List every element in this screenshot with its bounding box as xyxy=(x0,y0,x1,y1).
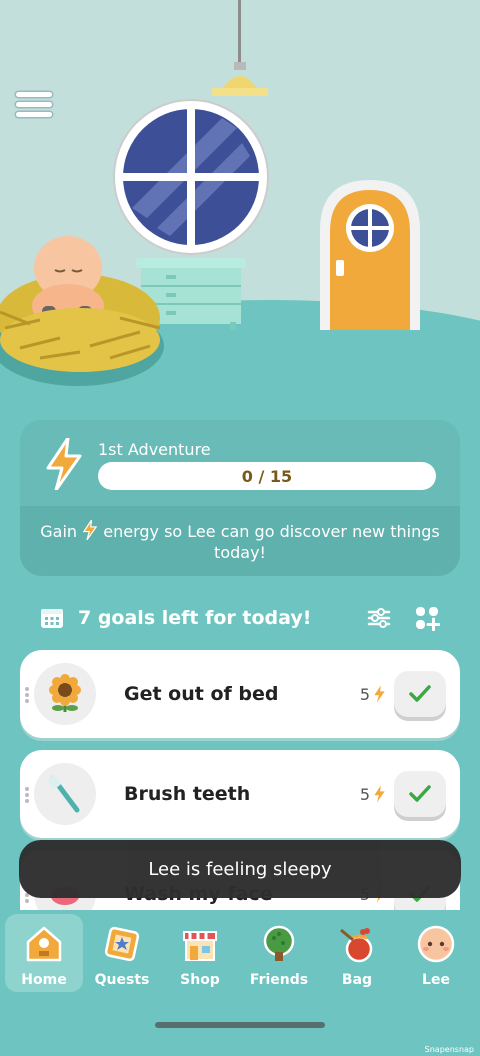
nav-label: Bag xyxy=(341,972,373,988)
goal-card[interactable]: Get out of bed 5 xyxy=(20,650,460,738)
friends-tree-icon xyxy=(263,925,295,961)
adventure-card[interactable]: 1st Adventure 0 / 15 Gain energy so Lee … xyxy=(20,420,460,576)
nav-item-shop[interactable]: Shop xyxy=(161,914,239,992)
shop-icon xyxy=(183,931,217,961)
nav-item-friends[interactable]: Friends xyxy=(240,914,318,992)
adventure-progress-text: 0 / 15 xyxy=(241,466,293,486)
nav-item-home[interactable]: Home xyxy=(5,914,83,992)
toast-text: Lee is feeling sleepy xyxy=(148,858,332,880)
nav-item-lee[interactable]: Lee xyxy=(397,914,475,992)
drag-handle-icon[interactable] xyxy=(24,786,30,804)
pet-face-icon xyxy=(417,925,455,963)
bag-icon xyxy=(340,928,373,963)
nest-with-pet[interactable] xyxy=(0,228,168,388)
goal-icon-container xyxy=(34,663,96,725)
goal-points: 5 xyxy=(360,685,386,704)
drag-handle-icon[interactable] xyxy=(24,686,30,704)
adventure-progress-bar: 0 / 15 xyxy=(98,462,436,490)
toast-message: Lee is feeling sleepy xyxy=(19,840,461,898)
watermark: Snapensnap xyxy=(424,1045,474,1054)
nav-label: Lee xyxy=(422,972,450,988)
lightning-icon xyxy=(82,519,98,541)
room-scene xyxy=(0,0,480,420)
complete-goal-button[interactable] xyxy=(394,771,446,817)
lightning-icon xyxy=(374,685,385,703)
door-icon[interactable] xyxy=(320,180,420,330)
menu-line xyxy=(16,92,52,97)
goal-points-value: 5 xyxy=(359,684,370,704)
toothbrush-icon xyxy=(47,775,80,813)
complete-goal-button[interactable] xyxy=(394,671,446,717)
menu-button[interactable] xyxy=(16,92,52,120)
nav-item-quests[interactable]: Quests xyxy=(83,914,161,992)
ceiling-lamp-icon xyxy=(212,62,268,96)
checkmark-icon xyxy=(409,685,431,702)
lamp-cord xyxy=(238,0,241,64)
calendar-icon xyxy=(41,609,63,628)
goal-label: Brush teeth xyxy=(124,783,251,805)
quests-icon xyxy=(104,926,140,962)
adventure-top: 1st Adventure 0 / 15 xyxy=(20,420,460,506)
nav-label: Shop xyxy=(180,972,220,988)
adventure-description-pre: Gain xyxy=(40,522,78,541)
menu-line xyxy=(16,102,52,107)
lightning-icon xyxy=(374,785,385,803)
checkmark-icon xyxy=(409,785,431,802)
home-icon xyxy=(26,926,62,962)
add-goal-grid-icon[interactable] xyxy=(414,605,440,631)
goal-points-value: 5 xyxy=(359,784,370,804)
nav-label: Home xyxy=(21,972,67,988)
bottom-nav: Home Quests Shop Friends Bag Lee xyxy=(0,910,480,1056)
sunflower-icon xyxy=(49,674,81,712)
menu-line xyxy=(16,112,52,117)
nav-label: Friends xyxy=(249,972,309,988)
goal-icon-container xyxy=(34,763,96,825)
goals-left-title: 7 goals left for today! xyxy=(78,607,312,629)
goal-points: 5 xyxy=(360,785,386,804)
nav-item-bag[interactable]: Bag xyxy=(318,914,396,992)
adventure-description-post: energy so Lee can go discover new things… xyxy=(103,522,440,562)
home-indicator[interactable] xyxy=(155,1022,325,1028)
goal-card[interactable]: Brush teeth 5 xyxy=(20,750,460,838)
nav-label: Quests xyxy=(94,972,150,988)
goals-header: 7 goals left for today! xyxy=(40,598,440,638)
adventure-title: 1st Adventure xyxy=(98,440,211,459)
adventure-description: Gain energy so Lee can go discover new t… xyxy=(20,506,460,563)
goal-label: Get out of bed xyxy=(124,683,279,705)
lightning-icon xyxy=(46,438,82,490)
filter-sliders-icon[interactable] xyxy=(366,605,392,631)
